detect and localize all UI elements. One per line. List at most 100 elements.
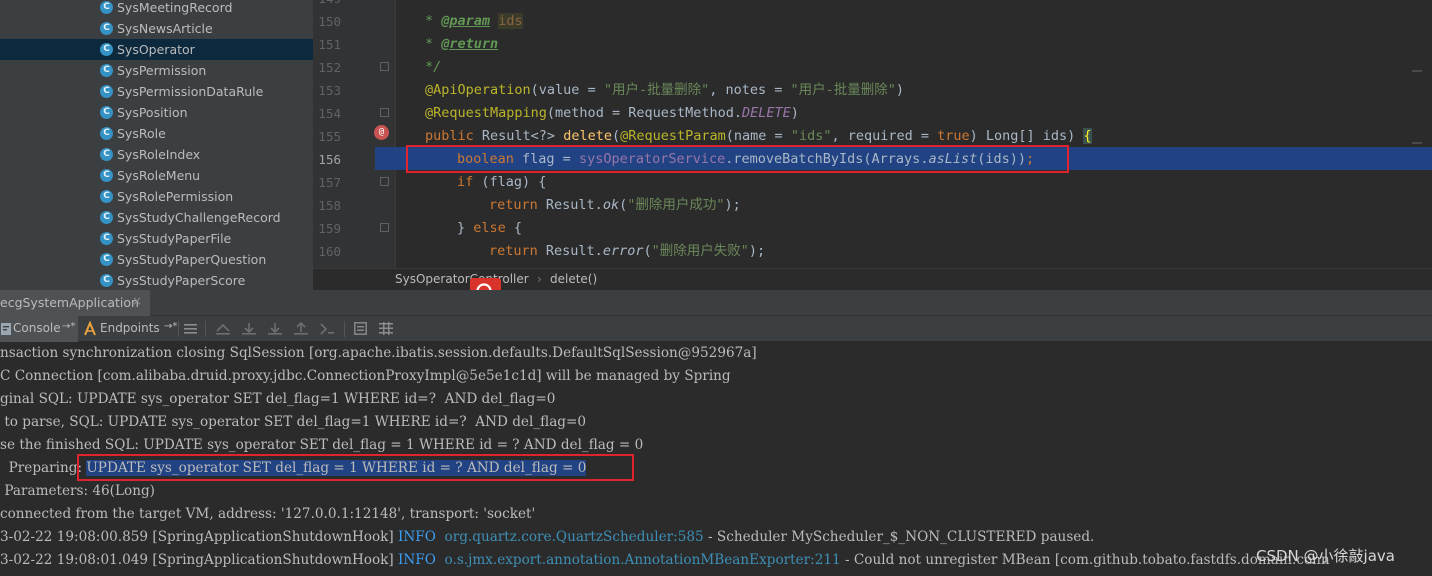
class-icon: C — [100, 190, 113, 203]
tree-item[interactable]: C SysRole — [0, 123, 313, 144]
keyword-token: true — [937, 128, 970, 144]
pin-icon[interactable]: →* — [164, 321, 177, 332]
code-token: ( — [619, 197, 628, 213]
log-source-link[interactable]: o.s.jmx.export.annotation.AnnotationMBea… — [445, 552, 841, 568]
keyword-token: else — [473, 220, 514, 236]
class-icon: C — [100, 211, 113, 224]
tab-endpoints[interactable]: Endpoints →* — [80, 316, 177, 342]
evaluate-expression-icon[interactable] — [354, 322, 367, 335]
tree-item-label: SysStudyPaperFile — [117, 231, 232, 246]
method-name-token: delete — [563, 128, 612, 144]
line-number: 153 — [318, 83, 341, 98]
log-line: nsaction synchronization closing SqlSess… — [0, 345, 757, 361]
log-source-link[interactable]: org.quartz.core.QuartzScheduler:585 — [445, 529, 704, 545]
fold-marker[interactable] — [380, 223, 389, 232]
keyword-token: return — [489, 197, 546, 213]
static-method-token: error — [602, 243, 644, 259]
tree-item-label: SysMeetingRecord — [117, 0, 233, 15]
step-into-icon[interactable] — [268, 322, 282, 335]
tree-item[interactable]: C SysPermissionDataRule — [0, 81, 313, 102]
close-icon[interactable]: × — [132, 294, 142, 308]
tree-item[interactable]: C SysNewsArticle — [0, 18, 313, 39]
log-timestamp: 3-02-22 19:08:01.049 [SpringApplicationS… — [0, 552, 399, 568]
highlight-box-code — [406, 145, 1069, 173]
class-icon: C — [100, 1, 113, 14]
annotation-token: @ApiOperation — [425, 82, 531, 98]
line-number: 151 — [318, 37, 341, 52]
breadcrumb-class[interactable]: SysOperatorController — [395, 272, 529, 286]
tree-item[interactable]: C SysRolePermission — [0, 186, 313, 207]
class-icon: C — [100, 232, 113, 245]
log-prefix: Preparing: — [0, 460, 87, 476]
method-breakpoint-icon[interactable]: @ — [374, 125, 389, 140]
comment-token: * — [425, 36, 442, 52]
tree-item-label: SysPermissionDataRule — [117, 84, 264, 99]
tree-item[interactable]: C SysPosition — [0, 102, 313, 123]
string-token: "用户-批量删除" — [790, 82, 896, 98]
tree-item[interactable]: C SysStudyPaperFile — [0, 228, 313, 249]
matched-brace: { — [1083, 128, 1092, 144]
code-token: Result. — [545, 243, 603, 259]
line-number: 150 — [318, 14, 341, 29]
javadoc-tag: @return — [441, 36, 499, 52]
log-line: C Connection [com.alibaba.druid.proxy.jd… — [0, 368, 731, 384]
line-number: 157 — [318, 175, 341, 190]
code-token: (value = — [530, 82, 604, 98]
run-to-cursor-icon[interactable] — [320, 322, 334, 335]
code-token: ); — [748, 243, 766, 259]
code-token: Result. — [545, 197, 603, 213]
console-icon — [1, 323, 11, 335]
code-line-160: return Result.error("删除用户失败"); — [489, 240, 765, 263]
code-editor[interactable]: 149 150 151 152 153 154 155 156 157 158 159 160 @ *… — [313, 0, 1432, 268]
tree-item[interactable]: C SysRoleMenu — [0, 165, 313, 186]
javadoc-tag: @param — [441, 13, 491, 29]
log-message: - Scheduler MyScheduler_$_NON_CLUSTERED … — [703, 529, 1095, 545]
class-icon: C — [100, 22, 113, 35]
tree-item-label: SysStudyChallengeRecord — [117, 210, 281, 225]
step-out-icon[interactable] — [294, 322, 308, 335]
line-number: 155 — [318, 129, 341, 144]
tree-item[interactable]: C SysStudyChallengeRecord — [0, 207, 313, 228]
class-icon: C — [100, 274, 113, 287]
highlight-box-console — [77, 454, 634, 481]
pin-icon[interactable]: →* — [62, 321, 75, 332]
line-number: 152 — [318, 60, 341, 75]
toolbar-separator — [178, 321, 179, 337]
tree-item[interactable]: C SysMeetingRecord — [0, 0, 313, 18]
step-over-icon[interactable] — [242, 322, 256, 335]
class-icon: C — [100, 43, 113, 56]
breadcrumb-method[interactable]: delete() — [550, 272, 597, 286]
code-token: ) — [895, 82, 905, 98]
run-config-tab[interactable]: ecgSystemApplication × — [0, 290, 150, 316]
code-line-151: * @return — [425, 33, 498, 56]
tab-console[interactable]: Console →* — [0, 316, 78, 342]
show-execution-point-icon[interactable] — [216, 322, 230, 335]
endpoints-tab-label: Endpoints — [100, 321, 160, 335]
tree-item[interactable]: C SysOperator — [0, 39, 313, 60]
tree-item-label: SysStudyPaperScore — [117, 273, 246, 288]
fold-marker[interactable] — [380, 108, 389, 117]
console-output[interactable]: nsaction synchronization closing SqlSess… — [0, 342, 1432, 576]
tree-item[interactable]: C SysPermission — [0, 60, 313, 81]
code-line-153: @ApiOperation(value = "用户-批量删除", notes =… — [425, 79, 904, 102]
tree-item[interactable]: C SysStudyPaperScore — [0, 270, 313, 290]
tree-item[interactable]: C SysRoleIndex — [0, 144, 313, 165]
menu-lines-icon[interactable] — [184, 323, 197, 335]
log-line: ginal SQL: UPDATE sys_operator SET del_f… — [0, 391, 556, 407]
watermark: CSDN @小徐敲java — [1256, 547, 1395, 565]
tree-item[interactable]: C SysStudyPaperQuestion — [0, 249, 313, 270]
line-number: 158 — [318, 198, 341, 213]
code-token: ) Long[] ids) — [969, 128, 1084, 144]
toolbar-separator — [344, 321, 345, 337]
comment-token: * — [425, 13, 442, 29]
constant-token: DELETE — [742, 105, 791, 121]
trace-icon[interactable] — [379, 322, 393, 335]
code-line-158: return Result.ok("删除用户成功"); — [489, 194, 741, 217]
fold-marker[interactable] — [380, 177, 389, 186]
keyword-token: return — [489, 243, 546, 259]
tree-item-label: SysStudyPaperQuestion — [117, 252, 267, 267]
code-token: } — [457, 220, 474, 236]
fold-marker[interactable] — [380, 62, 389, 71]
class-icon: C — [100, 169, 113, 182]
gutter-separator — [395, 0, 396, 268]
